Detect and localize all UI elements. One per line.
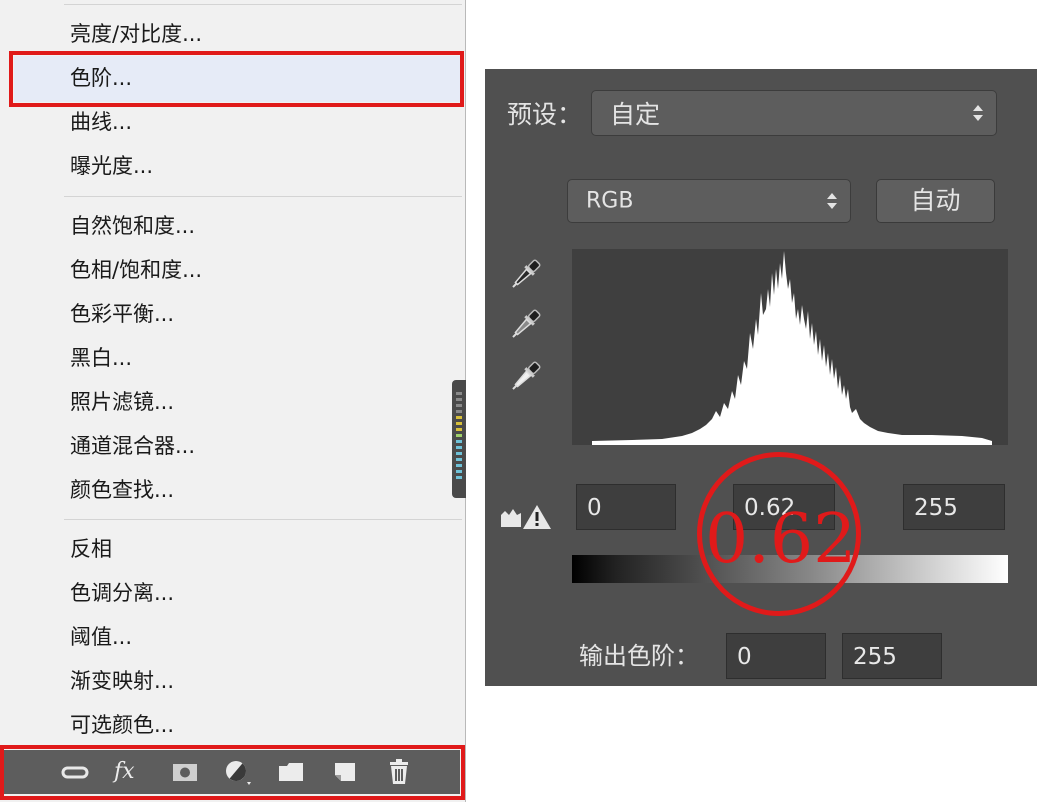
clipping-warning-icon[interactable] (499, 501, 553, 531)
menu-separator (64, 196, 462, 197)
channel-value: RGB (586, 188, 634, 214)
menu-item-channel-mixer[interactable]: 通道混合器... (70, 426, 195, 466)
white-point-eyedropper-icon[interactable] (505, 357, 545, 397)
adjustment-menu: 亮度/对比度... 色阶... 曲线... 曝光度... 自然饱和度... 色相… (0, 0, 466, 802)
annotation-text: 0.62 (705, 500, 857, 579)
preset-select[interactable]: 自定 (591, 90, 997, 136)
menu-item-threshold[interactable]: 阈值... (70, 617, 132, 657)
menu-item-invert[interactable]: 反相 (70, 529, 112, 569)
menu-item-posterize[interactable]: 色调分离... (70, 573, 174, 613)
level-meter-icon (456, 392, 462, 479)
menu-item-color-lookup[interactable]: 颜色查找... (70, 470, 174, 510)
menu-item-vibrance[interactable]: 自然饱和度... (70, 206, 195, 246)
gray-point-eyedropper-icon[interactable] (505, 305, 545, 345)
scroll-tab[interactable] (452, 380, 466, 498)
levels-highlight-box (9, 51, 464, 107)
preset-label: 预设： (507, 100, 583, 129)
menu-item-photo-filter[interactable]: 照片滤镜... (70, 382, 174, 422)
preset-value: 自定 (610, 100, 661, 129)
input-black-field[interactable]: 0 (576, 484, 676, 530)
menu-item-selective-color[interactable]: 可选颜色... (70, 705, 174, 745)
output-white-field[interactable]: 255 (842, 633, 942, 679)
menu-item-curves[interactable]: 曲线... (70, 102, 132, 142)
select-arrows-icon (827, 193, 837, 209)
toolbar-highlight-box (0, 745, 465, 800)
menu-item-gradient-map[interactable]: 渐变映射... (70, 661, 174, 701)
input-white-field[interactable]: 255 (903, 484, 1005, 530)
histogram (572, 249, 1008, 445)
channel-select[interactable]: RGB (567, 179, 851, 223)
auto-button[interactable]: 自动 (876, 179, 995, 223)
menu-separator (64, 4, 462, 5)
select-arrows-icon (973, 105, 983, 121)
menu-separator (64, 519, 462, 520)
menu-item-exposure[interactable]: 曝光度... (70, 146, 153, 186)
output-black-field[interactable]: 0 (726, 633, 826, 679)
black-point-eyedropper-icon[interactable] (505, 255, 545, 295)
menu-item-color-balance[interactable]: 色彩平衡... (70, 294, 174, 334)
menu-item-black-white[interactable]: 黑白... (70, 338, 132, 378)
output-levels-label: 输出色阶： (579, 642, 699, 670)
menu-item-hue-saturation[interactable]: 色相/饱和度... (70, 250, 202, 290)
menu-gutter (0, 0, 60, 745)
histogram-graph (592, 251, 992, 445)
menu-item-brightness-contrast[interactable]: 亮度/对比度... (70, 14, 202, 54)
